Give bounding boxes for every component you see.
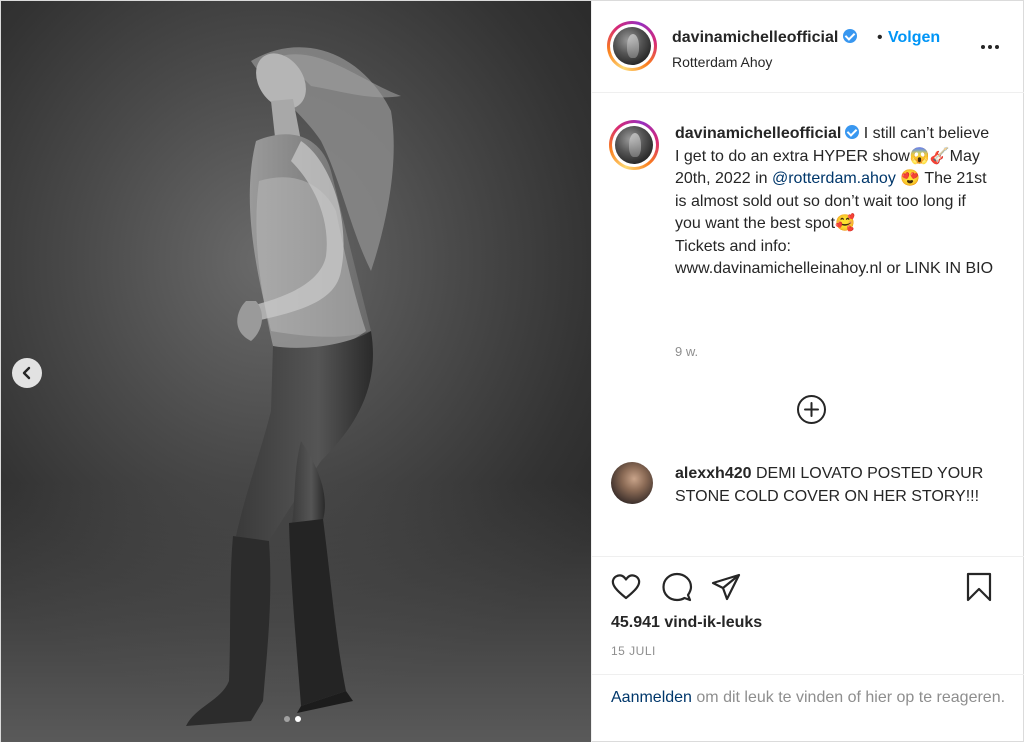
- commenter-username[interactable]: alexxh420: [675, 465, 752, 482]
- post-dialog: davinamichelleofficial • Volgen Rotterda…: [0, 0, 1024, 742]
- post-caption: davinamichelleofficial I still can’t bel…: [675, 123, 995, 281]
- login-prompt-message: om dit leuk te vinden of hier op te reag…: [691, 689, 1006, 706]
- load-more-comments-button[interactable]: [796, 394, 827, 425]
- like-button[interactable]: [610, 571, 642, 603]
- share-icon: [711, 573, 741, 601]
- verified-badge-icon: [845, 125, 860, 139]
- mention-link[interactable]: @rotterdam.ahoy: [772, 170, 896, 187]
- comment-button[interactable]: [661, 571, 693, 603]
- author-username[interactable]: davinamichelleofficial: [672, 29, 857, 47]
- caption-author-avatar[interactable]: [609, 120, 659, 170]
- carousel-dot: [284, 716, 290, 722]
- more-options-icon[interactable]: [981, 45, 999, 49]
- like-count[interactable]: 45.941 vind-ik-leuks: [611, 614, 762, 632]
- post-photo: [1, 1, 591, 742]
- commenter-avatar[interactable]: [611, 462, 653, 504]
- save-button[interactable]: [963, 571, 995, 603]
- author-avatar[interactable]: [607, 21, 657, 71]
- comment-item: alexxh420 DEMI LOVATO POSTED YOUR STONE …: [675, 463, 995, 508]
- caption-tickets-info: Tickets and info: www.davinamichelleinah…: [675, 237, 994, 278]
- post-actions-section: 45.941 vind-ik-leuks 15 JULI Aanmelden o…: [592, 556, 1024, 742]
- post-side-panel: davinamichelleofficial • Volgen Rotterda…: [591, 1, 1024, 742]
- post-header: davinamichelleofficial • Volgen Rotterda…: [592, 1, 1024, 93]
- chevron-left-icon: [22, 366, 31, 380]
- plus-circle-icon: [797, 395, 826, 424]
- post-date: 15 JULI: [611, 644, 656, 658]
- caption-username[interactable]: davinamichelleofficial: [675, 125, 841, 142]
- login-link[interactable]: Aanmelden: [611, 689, 692, 706]
- bookmark-icon: [966, 572, 992, 602]
- carousel-dot-active: [295, 716, 301, 722]
- login-prompt-text: Aanmelden om dit leuk te vinden of hier …: [611, 687, 1011, 710]
- previous-photo-button[interactable]: [12, 358, 42, 388]
- verified-badge-icon: [842, 29, 857, 43]
- comment-icon: [662, 572, 693, 602]
- login-prompt: Aanmelden om dit leuk te vinden of hier …: [592, 674, 1024, 742]
- follow-separator: •: [877, 29, 883, 46]
- photo-figure: [186, 47, 401, 726]
- follow-button[interactable]: Volgen: [888, 29, 940, 47]
- carousel-indicator: [284, 716, 301, 722]
- heart-icon: [611, 574, 641, 600]
- post-timestamp[interactable]: 9 w.: [675, 344, 698, 359]
- post-location[interactable]: Rotterdam Ahoy: [672, 54, 772, 70]
- share-button[interactable]: [710, 571, 742, 603]
